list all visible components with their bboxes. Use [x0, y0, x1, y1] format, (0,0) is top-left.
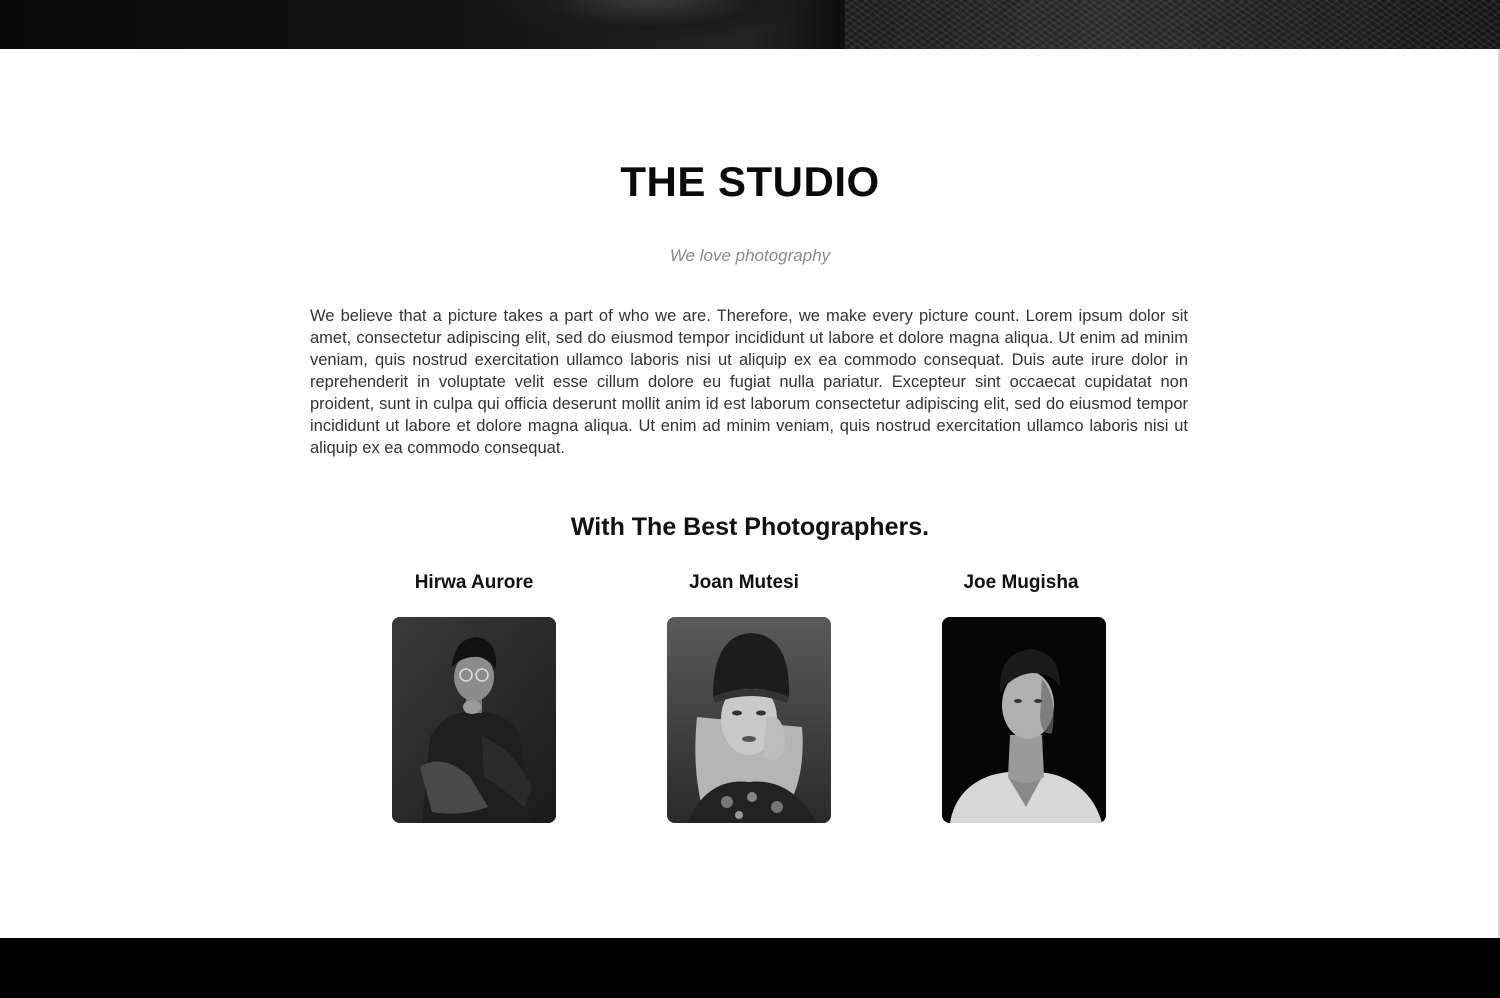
photographer-name: Joe Mugisha	[963, 572, 1079, 593]
portrait-image	[392, 617, 556, 823]
photographer-card-joe: Joe Mugisha	[911, 572, 1131, 823]
team-heading: With The Best Photographers.	[570, 513, 930, 541]
photographer-name: Joan Mutesi	[689, 572, 799, 593]
photographer-name: Hirwa Aurore	[414, 572, 534, 593]
footer-bar	[0, 938, 1500, 998]
photographer-card-joan: Joan Mutesi	[634, 572, 854, 823]
photographer-card-hirwa: Hirwa Aurore	[364, 572, 584, 823]
tagline: We love photography	[669, 246, 831, 265]
photographer-portrait[interactable]	[667, 617, 831, 823]
studio-description: We believe that a picture takes a part o…	[310, 307, 1188, 457]
hero-image-strip	[0, 0, 1500, 49]
portrait-image	[942, 617, 1106, 823]
portrait-image	[667, 617, 831, 823]
photographer-portrait[interactable]	[942, 617, 1106, 823]
page: THE STUDIO We love photography We believ…	[0, 0, 1500, 998]
photographer-portrait[interactable]	[392, 617, 556, 823]
hero-texture	[845, 0, 1500, 49]
page-title: THE STUDIO	[620, 158, 880, 205]
